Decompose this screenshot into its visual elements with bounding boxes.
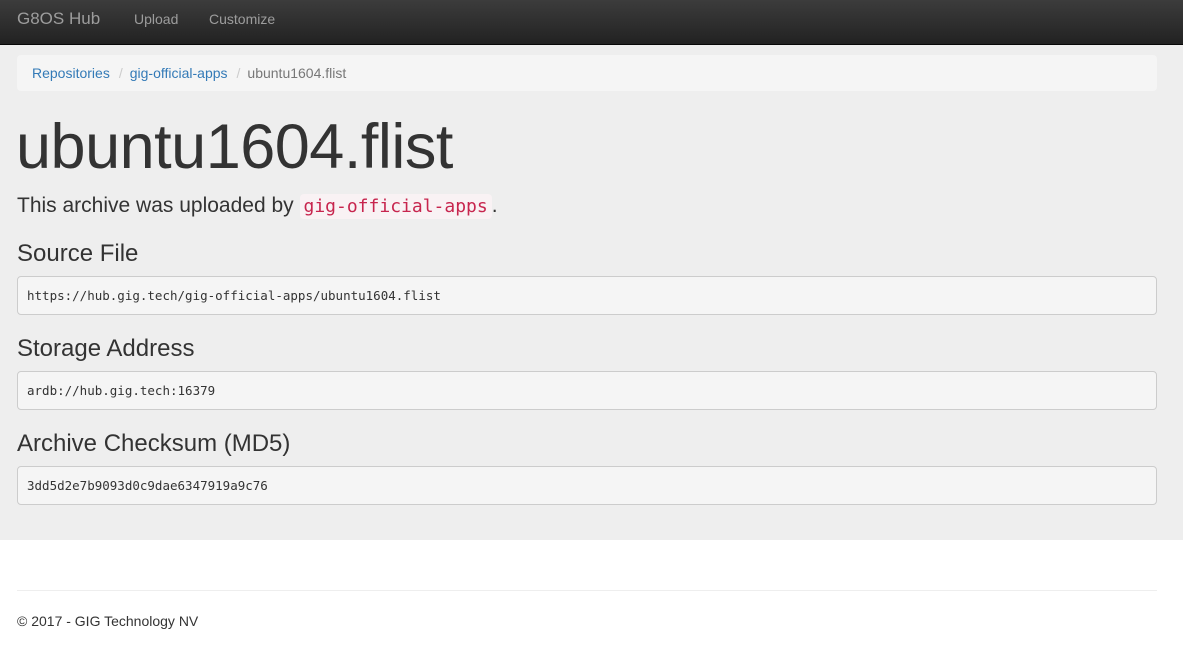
copyright-text: © 2017 - GIG Technology NV (17, 613, 199, 629)
upload-info-suffix: . (491, 194, 498, 217)
checksum-heading: Archive Checksum (MD5) (17, 430, 291, 457)
checksum-value[interactable]: 3dd5d2e7b9093d0c9dae6347919a9c76 (17, 466, 1157, 505)
breadcrumb-repo-link[interactable]: gig-official-apps (130, 65, 228, 81)
breadcrumb-separator: / (118, 65, 123, 81)
upload-info-prefix: This archive was uploaded by (17, 194, 300, 217)
uploader-name: gig-official-apps (299, 194, 492, 219)
breadcrumb-separator: / (236, 65, 241, 81)
footer-divider (17, 590, 1157, 591)
breadcrumb-repositories-link[interactable]: Repositories (32, 65, 110, 81)
breadcrumb-current: ubuntu1604.flist (247, 65, 347, 81)
nav-customize-link[interactable]: Customize (209, 0, 275, 45)
source-file-heading: Source File (17, 240, 139, 267)
storage-address-heading: Storage Address (17, 335, 195, 362)
breadcrumb: Repositories / gig-official-apps / ubuntu160… (17, 55, 1157, 91)
page-title: ubuntu1604.flist (16, 112, 453, 182)
top-navbar: G8OS Hub Upload Customize (0, 0, 1183, 45)
brand-link[interactable]: G8OS Hub (17, 0, 100, 45)
nav-upload-link[interactable]: Upload (134, 0, 178, 45)
source-file-value[interactable]: https://hub.gig.tech/gig-official-apps/u… (17, 276, 1157, 315)
main-content: Repositories / gig-official-apps / ubuntu160… (0, 45, 1183, 540)
storage-address-value[interactable]: ardb://hub.gig.tech:16379 (17, 371, 1157, 410)
upload-info: This archive was uploaded by gig-officia… (17, 192, 498, 221)
